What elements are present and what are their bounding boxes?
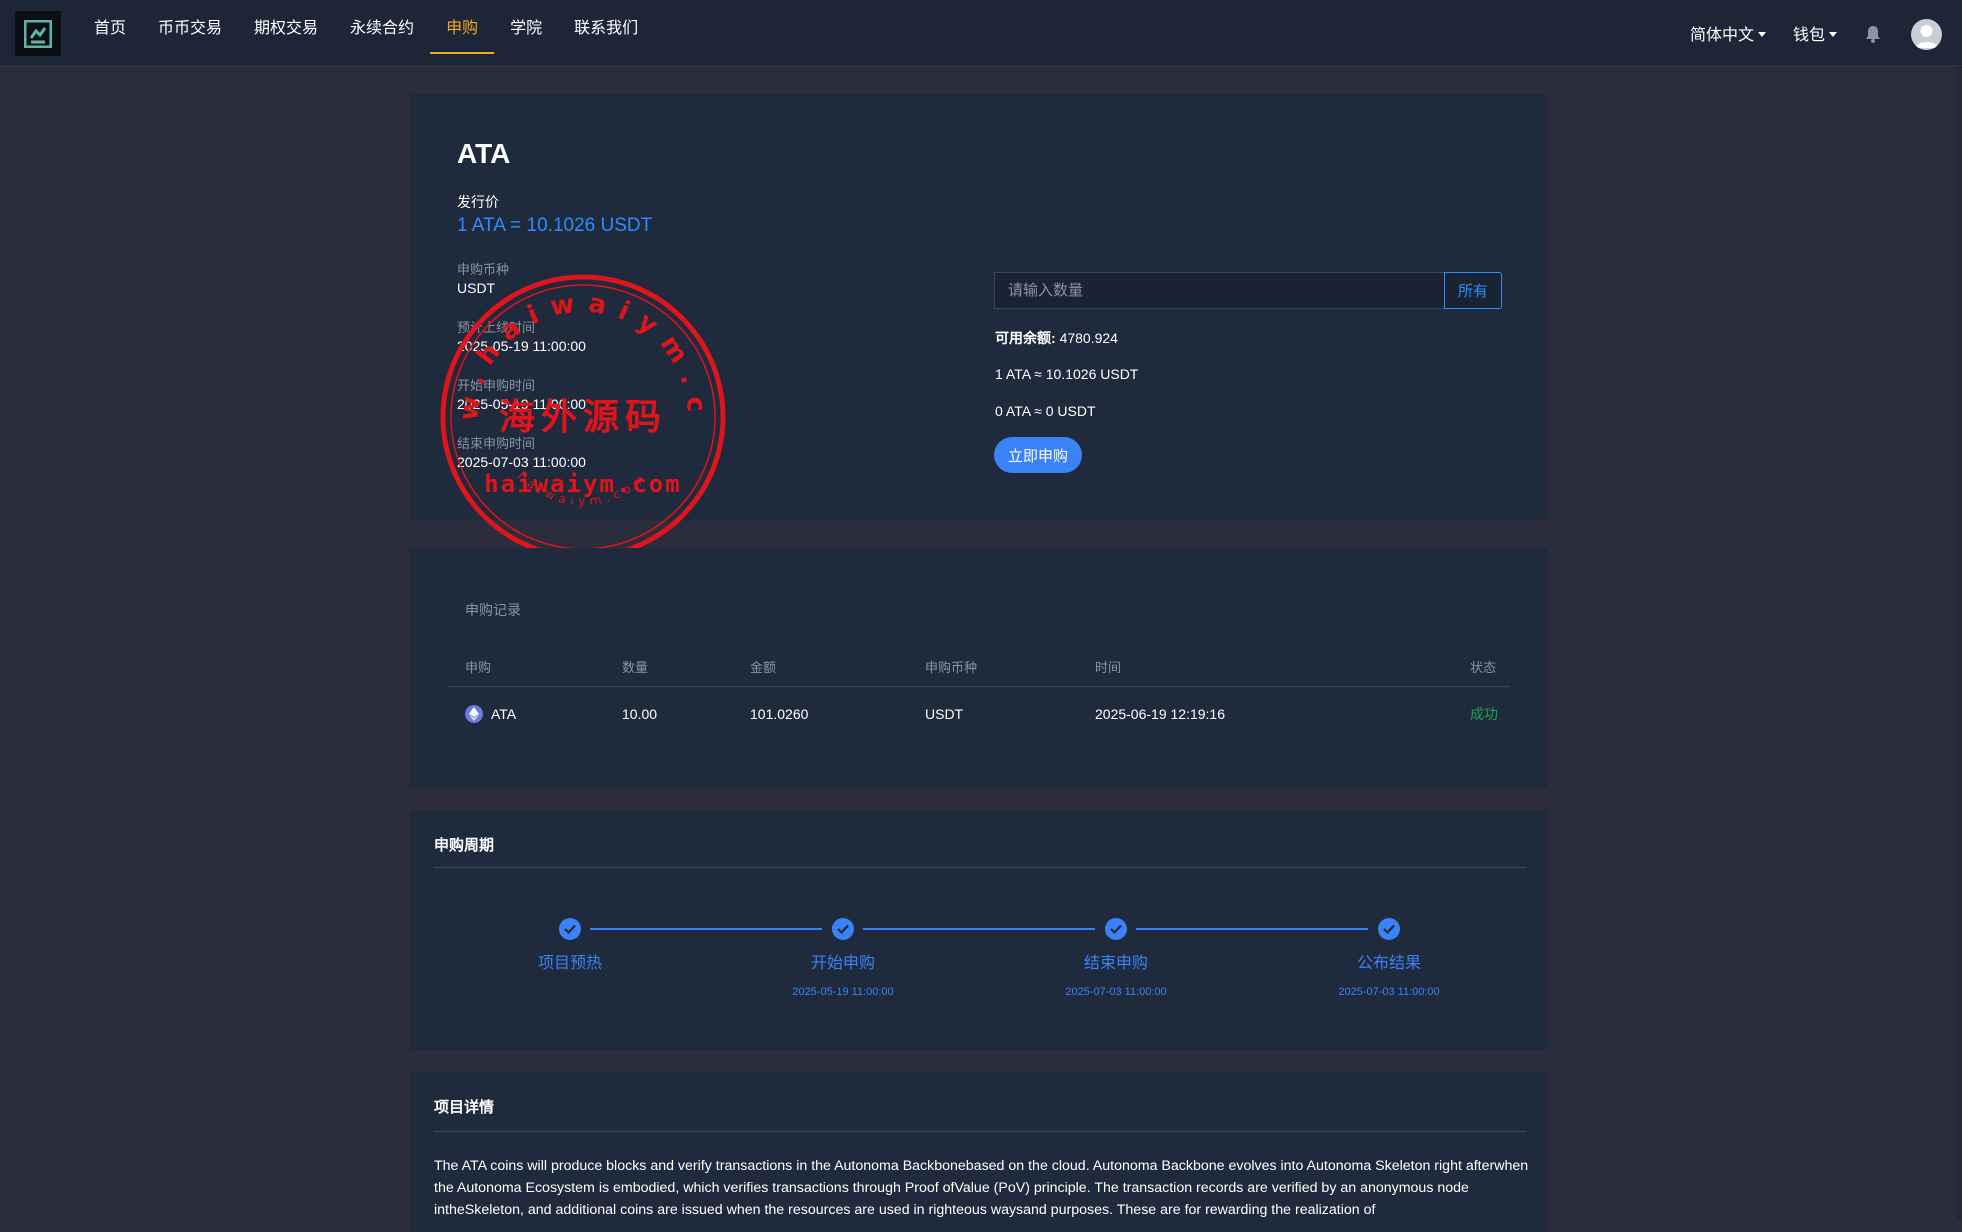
main-nav: 首页 币币交易 期权交易 永续合约 申购 学院 联系我们 (78, 0, 654, 66)
exchange-rate: 1 ATA ≈ 10.1026 USDT (995, 366, 1139, 382)
step-label: 结束申购 (1083, 955, 1148, 972)
project-detail-card: 项目详情 The ATA coins will produce blocks a… (410, 1072, 1548, 1232)
step-label: 开始申购 (810, 955, 875, 972)
start-time-label: 开始申购时间 (457, 378, 536, 393)
row-amount: 101.0260 (750, 706, 809, 722)
available-balance-value: 4780.924 (1059, 330, 1118, 346)
row-time: 2025-06-19 12:19:16 (1095, 706, 1225, 722)
available-balance: 可用余额: 4780.924 (995, 328, 1118, 348)
step-start: 开始申购 2025-05-19 11:00:00 (743, 918, 943, 998)
detail-title: 项目详情 (434, 1099, 495, 1116)
estimate-amount: 0 ATA ≈ 0 USDT (995, 403, 1096, 419)
issue-price-value: 1 ATA = 10.1026 USDT (457, 215, 653, 236)
header-currency: 申购币种 (925, 660, 978, 675)
cycle-title: 申购周期 (434, 837, 495, 854)
wallet-menu[interactable]: 钱包 (1793, 0, 1838, 66)
ethereum-coin-icon (465, 705, 483, 723)
all-button[interactable]: 所有 (1444, 272, 1502, 309)
step-date: 2025-07-03 11:00:00 (1338, 986, 1440, 998)
step-end: 结束申购 2025-07-03 11:00:00 (1016, 918, 1216, 998)
row-coin-name: ATA (491, 706, 517, 722)
product-name: ATA (457, 138, 511, 169)
step-date: 2025-05-19 11:00:00 (792, 986, 894, 998)
brand-logo[interactable] (15, 11, 61, 56)
nav-item-home[interactable]: 首页 (78, 0, 142, 54)
logo-icon (24, 19, 52, 48)
check-icon (1105, 918, 1127, 940)
step-preheat: 项目预热 (470, 918, 670, 986)
header-quantity: 数量 (622, 660, 649, 675)
detail-description: The ATA coins will produce blocks and ve… (434, 1158, 1529, 1218)
step-label: 项目预热 (537, 955, 602, 972)
check-icon (832, 918, 854, 940)
step-label: 公布结果 (1356, 955, 1421, 972)
subscription-currency-value: USDT (457, 280, 496, 296)
nav-item-options-trading[interactable]: 期权交易 (238, 0, 334, 54)
end-time-value: 2025-07-03 11:00:00 (457, 454, 586, 470)
detail-divider (434, 1131, 1526, 1132)
user-avatar[interactable] (1911, 19, 1942, 50)
chevron-down-icon (1829, 31, 1838, 37)
start-time-value: 2025-05-19 11:00:00 (457, 396, 586, 412)
nav-item-perpetual-contract[interactable]: 永续合约 (334, 0, 430, 54)
header-time: 时间 (1095, 660, 1122, 675)
check-icon (1378, 918, 1400, 940)
subscribe-now-button[interactable]: 立即申购 (994, 437, 1082, 473)
row-coin: ATA (465, 687, 516, 741)
step-date: 2025-07-03 11:00:00 (1065, 986, 1167, 998)
listing-time-value: 2025-05-19 11:00:00 (457, 338, 586, 354)
subscription-card: ATA 发行价 1 ATA = 10.1026 USDT 申购币种 USDT 预… (410, 94, 1548, 520)
row-currency: USDT (925, 706, 964, 722)
step-result: 公布结果 2025-07-03 11:00:00 (1289, 918, 1489, 998)
records-table-header: 申购 数量 金额 申购币种 时间 状态 (448, 647, 1510, 687)
header-subscription: 申购 (465, 660, 492, 675)
nav-item-subscription[interactable]: 申购 (430, 0, 495, 54)
wallet-label: 钱包 (1793, 27, 1826, 44)
subscription-cycle-card: 申购周期 项目预热 开始申购 2025-05-19 11:00:00 结束申购 … (410, 810, 1548, 1050)
row-status: 成功 (1470, 706, 1498, 722)
user-icon (1915, 25, 1938, 48)
page-scrollbar[interactable] (1956, 66, 1962, 1221)
nav-item-spot-trading[interactable]: 币币交易 (142, 0, 238, 54)
subscription-currency-label: 申购币种 (457, 262, 510, 277)
records-title: 申购记录 (465, 602, 521, 618)
table-row: ATA 10.00 101.0260 USDT 2025-06-19 12:19… (448, 687, 1510, 741)
language-selector[interactable]: 简体中文 (1690, 0, 1767, 66)
subscription-records-card: 申购记录 申购 数量 金额 申购币种 时间 状态 ATA 10.00 101.0… (410, 548, 1548, 788)
issue-price-label: 发行价 (457, 194, 499, 210)
header-amount: 金额 (750, 660, 777, 675)
top-navigation-bar: 首页 币币交易 期权交易 永续合约 申购 学院 联系我们 简体中文 钱包 (0, 0, 1962, 66)
language-label: 简体中文 (1690, 27, 1755, 44)
row-quantity: 10.00 (622, 706, 658, 722)
cycle-divider (434, 867, 1526, 868)
end-time-label: 结束申购时间 (457, 436, 536, 451)
available-balance-label: 可用余额: (995, 330, 1056, 346)
listing-time-label: 预计上线时间 (457, 320, 536, 335)
header-status: 状态 (1470, 660, 1497, 675)
chevron-down-icon (1758, 31, 1767, 37)
check-icon (559, 918, 581, 940)
quantity-input[interactable] (994, 272, 1444, 309)
nav-item-contact-us[interactable]: 联系我们 (558, 0, 654, 54)
nav-item-academy[interactable]: 学院 (494, 0, 558, 54)
notification-bell-icon[interactable] (1864, 24, 1882, 44)
